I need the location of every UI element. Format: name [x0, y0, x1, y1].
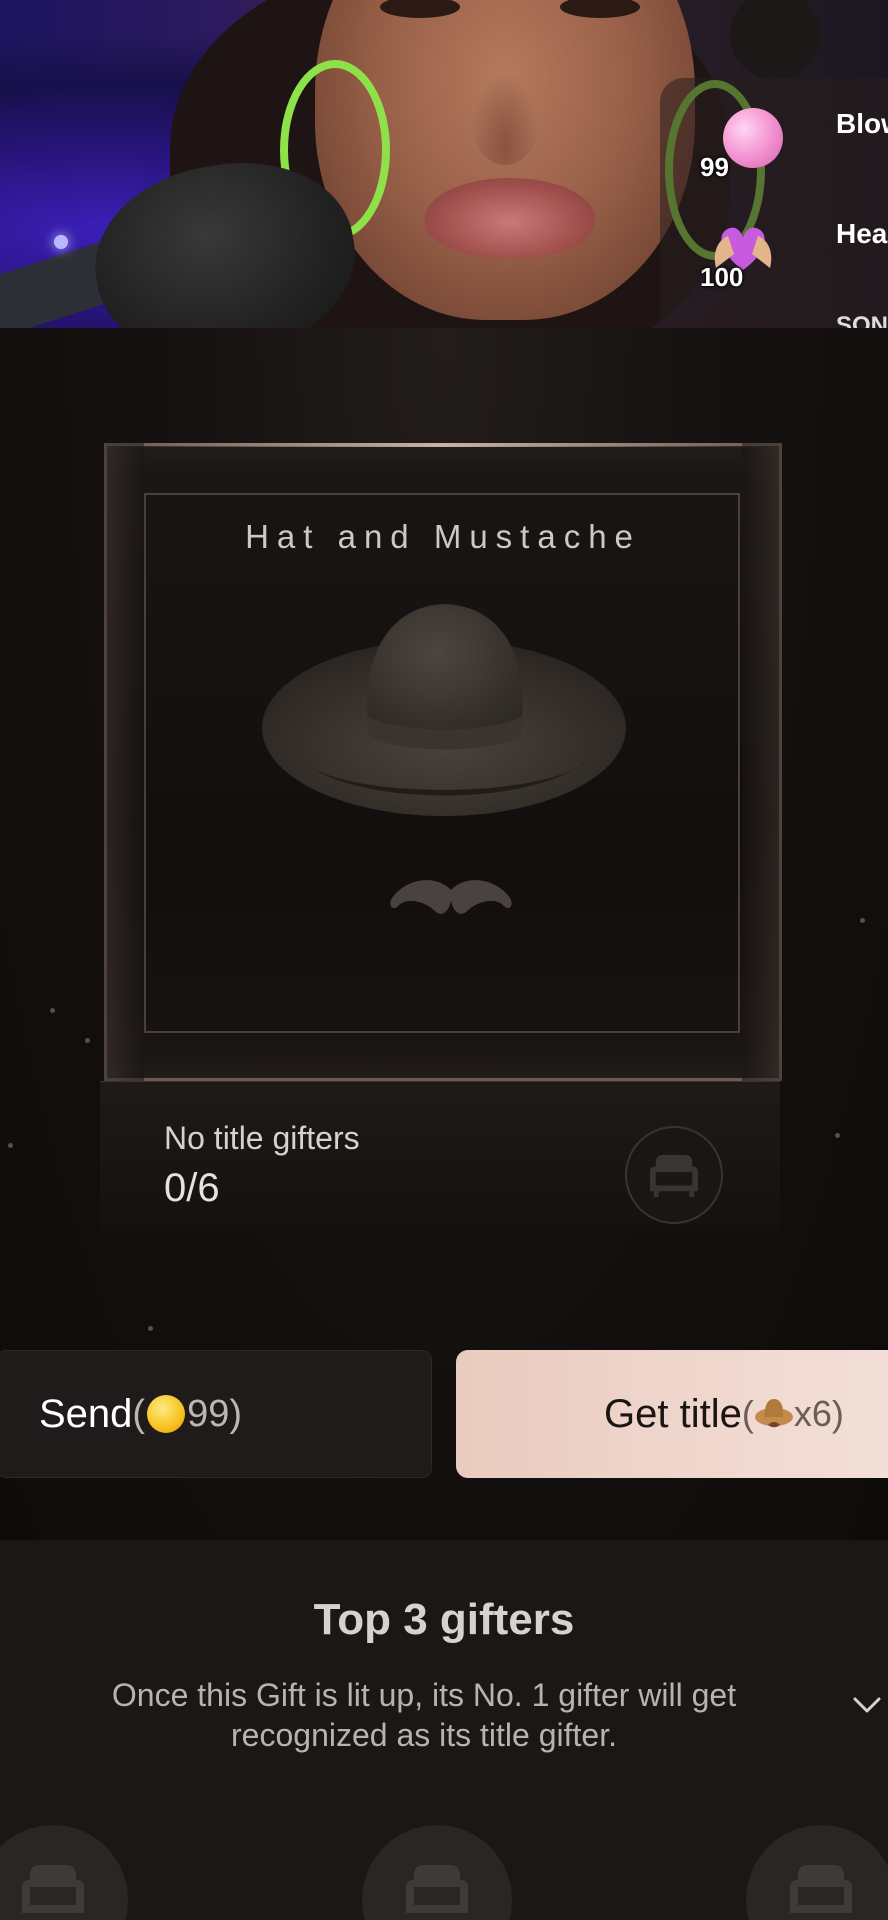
title-gifter-card: No title gifters 0/6 [100, 1081, 780, 1231]
title-progress: 0/6 [164, 1166, 220, 1210]
sparkle [50, 1008, 55, 1013]
gift-name: Blow the bubble [836, 108, 888, 139]
sparkle [860, 918, 865, 923]
cowboy-hat-mini-icon [754, 1399, 793, 1428]
gifter-slot[interactable] [0, 1825, 128, 1920]
get-title-close-paren: ) [831, 1393, 844, 1434]
gift-name: SONG [836, 312, 888, 328]
send-gift-button[interactable]: Send ( 99 ) [0, 1350, 432, 1478]
gift-name-title: Hat and Mustache [245, 518, 641, 555]
get-title-button[interactable]: Get title ( x6 ) [456, 1350, 888, 1478]
gift-showcase: Hat and Mustache [104, 443, 782, 1081]
gift-feed-item[interactable]: 99 Blow the bubble [698, 108, 888, 188]
gift-feed-item[interactable]: 100 Heart g [698, 218, 888, 298]
armchair-icon [406, 1865, 468, 1913]
gifter-slot[interactable] [746, 1825, 888, 1920]
send-label: Send [39, 1391, 133, 1436]
armchair-icon [650, 1154, 698, 1198]
headphone [730, 0, 820, 80]
top-gifters-section: Top 3 gifters Once this Gift is lit up, … [0, 1540, 888, 1920]
song-gift-icon [698, 310, 770, 328]
armchair-icon [22, 1865, 84, 1913]
send-price: 99 [187, 1392, 230, 1435]
get-title-open-paren: ( [741, 1393, 754, 1434]
title-status-label: No title gifters [164, 1120, 360, 1156]
gift-detail-panel: Hat and Mustache No title gifters 0/6 Se… [0, 328, 888, 1558]
cowboy-hat-icon [262, 604, 626, 816]
gift-feed-item[interactable]: SONG [698, 310, 888, 328]
get-title-label: Get title [604, 1391, 742, 1436]
top-gifters-description: Once this Gift is lit up, its No. 1 gift… [111, 1677, 737, 1753]
get-title-multiplier: x6 [793, 1393, 832, 1434]
coin-icon [147, 1395, 186, 1433]
sparkle [148, 1326, 153, 1331]
armchair-icon [790, 1865, 852, 1913]
gift-coin-count: 99 [700, 152, 729, 182]
sparkle [835, 1133, 840, 1138]
send-open-paren: ( [132, 1392, 146, 1435]
light-dot [54, 235, 68, 249]
gift-coin-count: 100 [700, 262, 744, 292]
chevron-down-icon[interactable] [850, 1688, 884, 1722]
sparkle [8, 1143, 13, 1148]
title-seat-badge [625, 1126, 723, 1224]
sparkle [85, 1038, 90, 1043]
gift-name: Heart g [836, 218, 888, 249]
send-close-paren: ) [229, 1392, 243, 1435]
gift-feed: 99 Blow the bubble 100 Heart g SONG [660, 78, 888, 328]
gifter-slot[interactable] [362, 1825, 512, 1920]
mustache-icon [390, 880, 512, 914]
showcase-highlight [114, 443, 772, 447]
tiktok-live-gift-screen: 99 Blow the bubble 100 Heart g SONG [0, 0, 888, 1920]
lips [425, 178, 595, 258]
live-video[interactable]: 99 Blow the bubble 100 Heart g SONG [0, 0, 888, 328]
top-gifters-heading: Top 3 gifters [313, 1595, 575, 1644]
nose [470, 70, 540, 165]
